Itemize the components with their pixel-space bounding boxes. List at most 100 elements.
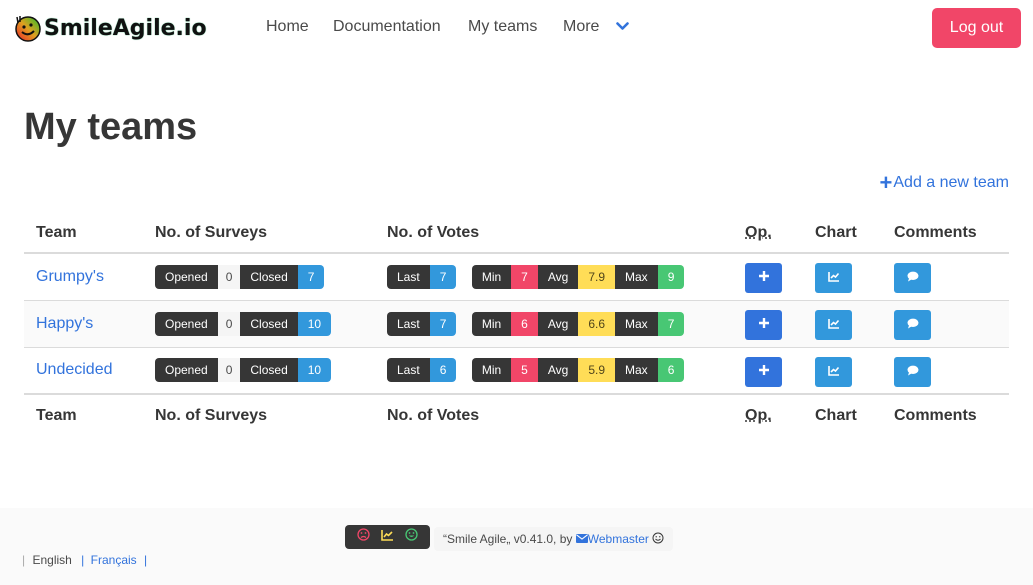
min-value: 7 [511,264,538,289]
chart-button[interactable] [815,310,852,340]
last-value: 6 [429,358,457,383]
footer-comments: Comments [882,393,1009,436]
header-chart: Chart [803,214,882,254]
nav-documentation[interactable]: Documentation [333,18,441,36]
footer-chart: Chart [803,393,882,436]
page-footer: “Smile Agile„ v0.41.0, by Webmaster | En… [0,508,1033,585]
min-value: 5 [511,358,538,383]
chart-button[interactable] [815,263,852,294]
closed-count: 10 [297,311,332,336]
header-votes: No. of Votes [375,214,733,254]
page-title: My teams [24,106,198,148]
brand-name: SmileAgile.io [44,15,207,41]
chevron-down-icon [616,18,629,36]
max-value: 6 [657,358,685,383]
avg-value: 5.9 [578,358,616,383]
opened-count: 0 [217,264,241,289]
nav-my-teams[interactable]: My teams [468,18,537,36]
team-link[interactable]: Grumpy's [36,268,104,285]
opened-count: 0 [217,358,241,383]
last-label: Last [387,264,430,289]
add-survey-button[interactable] [745,263,782,294]
comments-button[interactable] [894,263,931,294]
team-link[interactable]: Undecided [36,361,113,378]
credit-text: “Smile Agile„ v0.41.0, by [443,532,573,546]
opened-label: Opened [155,264,218,289]
logout-button[interactable]: Log out [932,8,1021,48]
plus-icon [758,363,770,381]
header-op: Op. [733,214,803,254]
lang-french-link[interactable]: Français [91,553,137,567]
max-label: Max [615,311,658,336]
team-link[interactable]: Happy's [36,315,93,332]
min-label: Min [471,311,512,336]
comment-icon [907,316,919,334]
avg-value: 6.6 [578,311,616,336]
max-label: Max [615,264,658,289]
footer-surveys: No. of Surveys [143,393,375,436]
max-value: 7 [657,311,685,336]
last-label: Last [387,311,430,336]
closed-count: 10 [297,358,332,383]
sad-face-icon [357,528,370,546]
opened-count: 0 [217,311,241,336]
team-row: Happy's Opened 0 Closed 10 Last 7 Min 6 … [24,300,1009,348]
chart-line-icon [827,363,840,381]
closed-label: Closed [240,264,298,289]
separator: | [144,553,148,567]
team-row: Undecided Opened 0 Closed 10 Last 6 Min … [24,347,1009,394]
last-value: 7 [429,311,457,336]
envelope-icon [575,532,588,546]
surveys-tags: Opened 0 Closed 10 [155,358,332,383]
chart-line-icon [827,269,840,287]
vote-stats-tags: Min 6 Avg 6.6 Max 7 [471,311,685,336]
navbar: SmileAgile.io Home Documentation My team… [0,0,1033,56]
language-switcher: | English | Français | [22,553,147,567]
chart-button[interactable] [815,356,852,387]
header-team: Team [24,214,143,254]
smiley-logo-icon [12,13,42,43]
min-value: 6 [511,311,538,336]
nav-more-dropdown[interactable]: More [563,18,629,36]
table-footer-row: Team No. of Surveys No. of Votes Op. Cha… [24,393,1009,436]
lang-english: English [32,553,72,567]
vote-stats-tags: Min 5 Avg 5.9 Max 6 [471,358,685,383]
smiley-bar [345,525,430,549]
comments-button[interactable] [894,310,931,340]
add-team-link[interactable]: + Add a new team [879,170,1009,195]
max-label: Max [615,358,658,383]
brand-logo-link[interactable]: SmileAgile.io [12,12,207,44]
comments-button[interactable] [894,356,931,387]
closed-label: Closed [240,358,298,383]
avg-label: Avg [537,264,579,289]
add-survey-button[interactable] [745,356,782,387]
last-vote-tags: Last 6 [387,358,457,383]
credit-line: “Smile Agile„ v0.41.0, by Webmaster [434,527,674,551]
min-label: Min [471,264,512,289]
min-label: Min [471,358,512,383]
plus-icon [758,269,770,287]
chart-line-icon [827,316,840,334]
header-comments: Comments [882,214,1009,254]
surveys-tags: Opened 0 Closed 10 [155,311,332,336]
smile-icon [652,532,664,547]
webmaster-label: Webmaster [587,532,649,546]
last-vote-tags: Last 7 [387,311,457,336]
max-value: 9 [657,264,685,289]
vote-stats-tags: Min 7 Avg 7.9 Max 9 [471,264,685,289]
webmaster-link[interactable]: Webmaster [575,532,649,546]
comment-icon [907,269,919,287]
nav-more-label: More [563,18,600,36]
opened-label: Opened [155,311,218,336]
chart-line-icon [381,528,394,546]
add-survey-button[interactable] [745,310,782,340]
closed-count: 7 [297,264,325,289]
avg-label: Avg [537,358,579,383]
footer-team: Team [24,393,143,436]
table-header-row: Team No. of Surveys No. of Votes Op. Cha… [24,214,1009,254]
plus-icon [758,316,770,334]
header-op-abbr: Op. [745,224,772,241]
team-row: Grumpy's Opened 0 Closed 7 Last 7 Min 7 … [24,253,1009,301]
plus-icon: + [879,170,893,195]
nav-home[interactable]: Home [266,18,309,36]
